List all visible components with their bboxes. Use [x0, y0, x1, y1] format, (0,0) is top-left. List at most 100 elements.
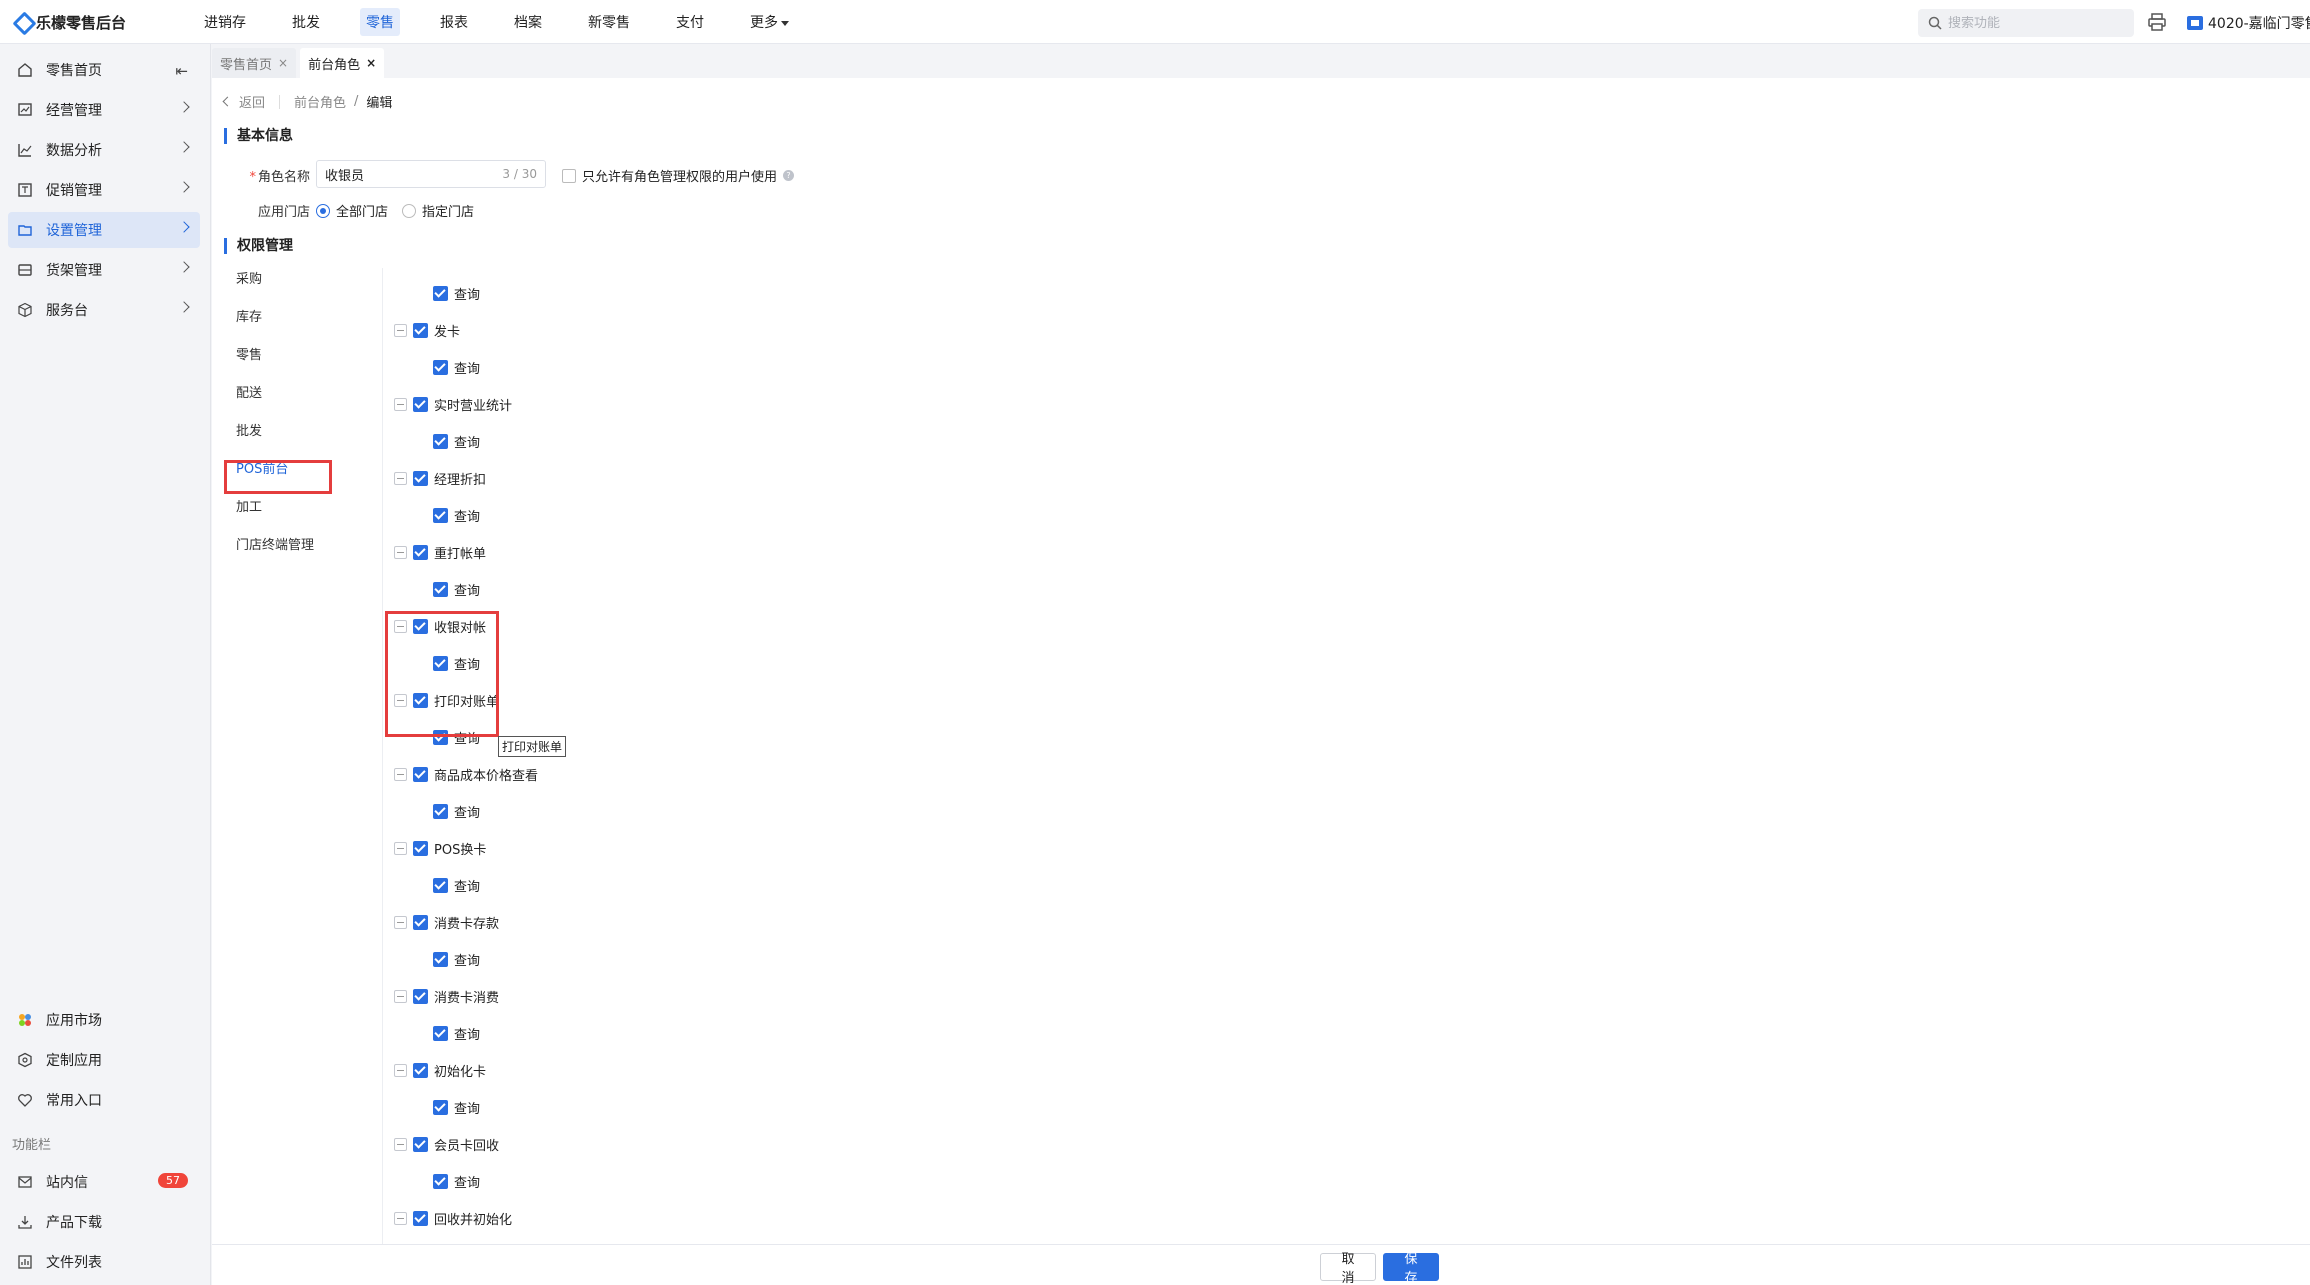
nav-item-more[interactable]: 更多 [744, 8, 795, 36]
close-icon[interactable]: × [366, 56, 376, 70]
radio-checked[interactable] [316, 203, 330, 218]
chevron-left-icon[interactable] [222, 96, 233, 107]
checkbox-checked[interactable] [413, 1063, 428, 1078]
checkbox-checked[interactable] [433, 286, 448, 301]
sidebar-item-analytics[interactable]: 数据分析 [8, 132, 200, 168]
collapse-minus-icon[interactable] [394, 324, 407, 337]
collapse-minus-icon[interactable] [394, 842, 407, 855]
checkbox-checked[interactable] [413, 841, 428, 856]
checkbox-checked[interactable] [413, 323, 428, 338]
checkbox-checked[interactable] [413, 471, 428, 486]
store-selector[interactable]: 4020-嘉临门零售 [2187, 13, 2310, 33]
permission-sub-query[interactable]: 查询 [433, 506, 480, 525]
permission-group[interactable]: 会员卡回收 [394, 1135, 499, 1154]
category-wholesale[interactable]: 批发 [224, 420, 384, 439]
cancel-button[interactable]: 取 消 [1320, 1252, 1376, 1285]
radio-unchecked[interactable] [402, 203, 416, 218]
sidebar-item-promotion[interactable]: 促销管理 [8, 172, 200, 208]
permission-sub-query[interactable]: 查询 [433, 284, 480, 303]
sidebar-item-custom-app[interactable]: 定制应用 [8, 1042, 200, 1078]
checkbox-checked[interactable] [413, 915, 428, 930]
permission-group[interactable]: POS换卡 [394, 839, 486, 858]
tab-front-role[interactable]: 前台角色 × [300, 48, 385, 78]
permission-sub-query[interactable]: 查询 [433, 358, 480, 377]
help-icon[interactable]: ? [783, 170, 795, 181]
checkbox-checked[interactable] [433, 1026, 448, 1041]
sidebar-item-app-market[interactable]: 应用市场 [8, 1002, 200, 1038]
category-store-terminal[interactable]: 门店终端管理 [224, 534, 384, 553]
permission-group[interactable]: 消费卡消费 [394, 987, 499, 1006]
checkbox-checked[interactable] [433, 582, 448, 597]
checkbox-checked[interactable] [433, 1100, 448, 1115]
collapse-minus-icon[interactable] [394, 1064, 407, 1077]
permission-group[interactable]: 商品成本价格查看 [394, 765, 538, 784]
checkbox-checked[interactable] [413, 397, 428, 412]
checkbox-checked[interactable] [433, 1174, 448, 1189]
store-all-radio[interactable]: 全部门店 [316, 201, 388, 220]
close-icon[interactable]: × [278, 56, 288, 70]
search-box[interactable] [1918, 9, 2134, 37]
sidebar-item-messages[interactable]: 站内信 57 [8, 1164, 200, 1200]
checkbox-checked[interactable] [433, 360, 448, 375]
checkbox-checked[interactable] [433, 434, 448, 449]
sidebar-item-business[interactable]: 经营管理 [8, 92, 200, 128]
only-role-manager-option[interactable]: 只允许有角色管理权限的用户使用 ? [562, 166, 795, 185]
permission-group[interactable]: 重打帐单 [394, 543, 486, 562]
sidebar-item-retail-home[interactable]: 零售首页 ⇤ [8, 52, 200, 88]
nav-item-archive[interactable]: 档案 [508, 8, 548, 36]
permission-sub-query[interactable]: 查询 [433, 802, 480, 821]
permission-group[interactable]: 回收并初始化 [394, 1209, 512, 1228]
permission-group[interactable]: 消费卡存款 [394, 913, 499, 932]
permission-sub-query[interactable]: 查询 [433, 1098, 480, 1117]
category-retail[interactable]: 零售 [224, 344, 384, 363]
permission-group[interactable]: 实时营业统计 [394, 395, 512, 414]
sidebar-item-file-list[interactable]: 文件列表 [8, 1244, 200, 1280]
sidebar-item-settings[interactable]: 设置管理 [8, 212, 200, 248]
collapse-minus-icon[interactable] [394, 768, 407, 781]
collapse-sidebar-icon[interactable]: ⇤ [175, 62, 188, 80]
nav-item-retail[interactable]: 零售 [360, 8, 400, 36]
printer-icon[interactable] [2147, 13, 2167, 31]
collapse-minus-icon[interactable] [394, 1212, 407, 1225]
collapse-minus-icon[interactable] [394, 546, 407, 559]
permission-sub-query[interactable]: 查询 [433, 432, 480, 451]
collapse-minus-icon[interactable] [394, 472, 407, 485]
sidebar-item-favorites[interactable]: 常用入口 [8, 1082, 200, 1118]
nav-item-new-retail[interactable]: 新零售 [582, 8, 636, 36]
category-inventory[interactable]: 库存 [224, 306, 384, 325]
collapse-minus-icon[interactable] [394, 990, 407, 1003]
tab-retail-home[interactable]: 零售首页 × [212, 48, 297, 78]
only-role-manager-checkbox[interactable] [562, 168, 576, 183]
nav-item-inventory[interactable]: 进销存 [198, 8, 252, 36]
collapse-minus-icon[interactable] [394, 398, 407, 411]
checkbox-checked[interactable] [433, 508, 448, 523]
permission-sub-query[interactable]: 查询 [433, 876, 480, 895]
collapse-minus-icon[interactable] [394, 916, 407, 929]
permission-sub-query[interactable]: 查询 [433, 580, 480, 599]
nav-item-payment[interactable]: 支付 [670, 8, 710, 36]
brand[interactable]: 乐檬零售后台 [14, 12, 126, 33]
category-delivery[interactable]: 配送 [224, 382, 384, 401]
checkbox-checked[interactable] [433, 804, 448, 819]
category-purchase[interactable]: 采购 [224, 268, 384, 287]
sidebar-item-service-desk[interactable]: 服务台 [8, 292, 200, 328]
collapse-minus-icon[interactable] [394, 1138, 407, 1151]
sidebar-item-downloads[interactable]: 产品下载 [8, 1204, 200, 1240]
checkbox-checked[interactable] [433, 952, 448, 967]
role-name-input[interactable]: 收银员 3 / 30 [316, 160, 546, 188]
save-button[interactable]: 保 存 [1383, 1252, 1439, 1285]
nav-item-wholesale[interactable]: 批发 [286, 8, 326, 36]
sidebar-item-shelf[interactable]: 货架管理 [8, 252, 200, 288]
store-specific-radio[interactable]: 指定门店 [402, 201, 474, 220]
back-link[interactable]: 返回 [239, 92, 265, 111]
permission-sub-query[interactable]: 查询 [433, 1172, 480, 1191]
checkbox-checked[interactable] [413, 1211, 428, 1226]
checkbox-checked[interactable] [413, 545, 428, 560]
checkbox-checked[interactable] [413, 767, 428, 782]
breadcrumb-parent[interactable]: 前台角色 [294, 92, 346, 111]
checkbox-checked[interactable] [413, 989, 428, 1004]
permission-group[interactable]: 经理折扣 [394, 469, 486, 488]
permission-group[interactable]: 发卡 [394, 321, 460, 340]
checkbox-checked[interactable] [433, 878, 448, 893]
nav-item-reports[interactable]: 报表 [434, 8, 474, 36]
